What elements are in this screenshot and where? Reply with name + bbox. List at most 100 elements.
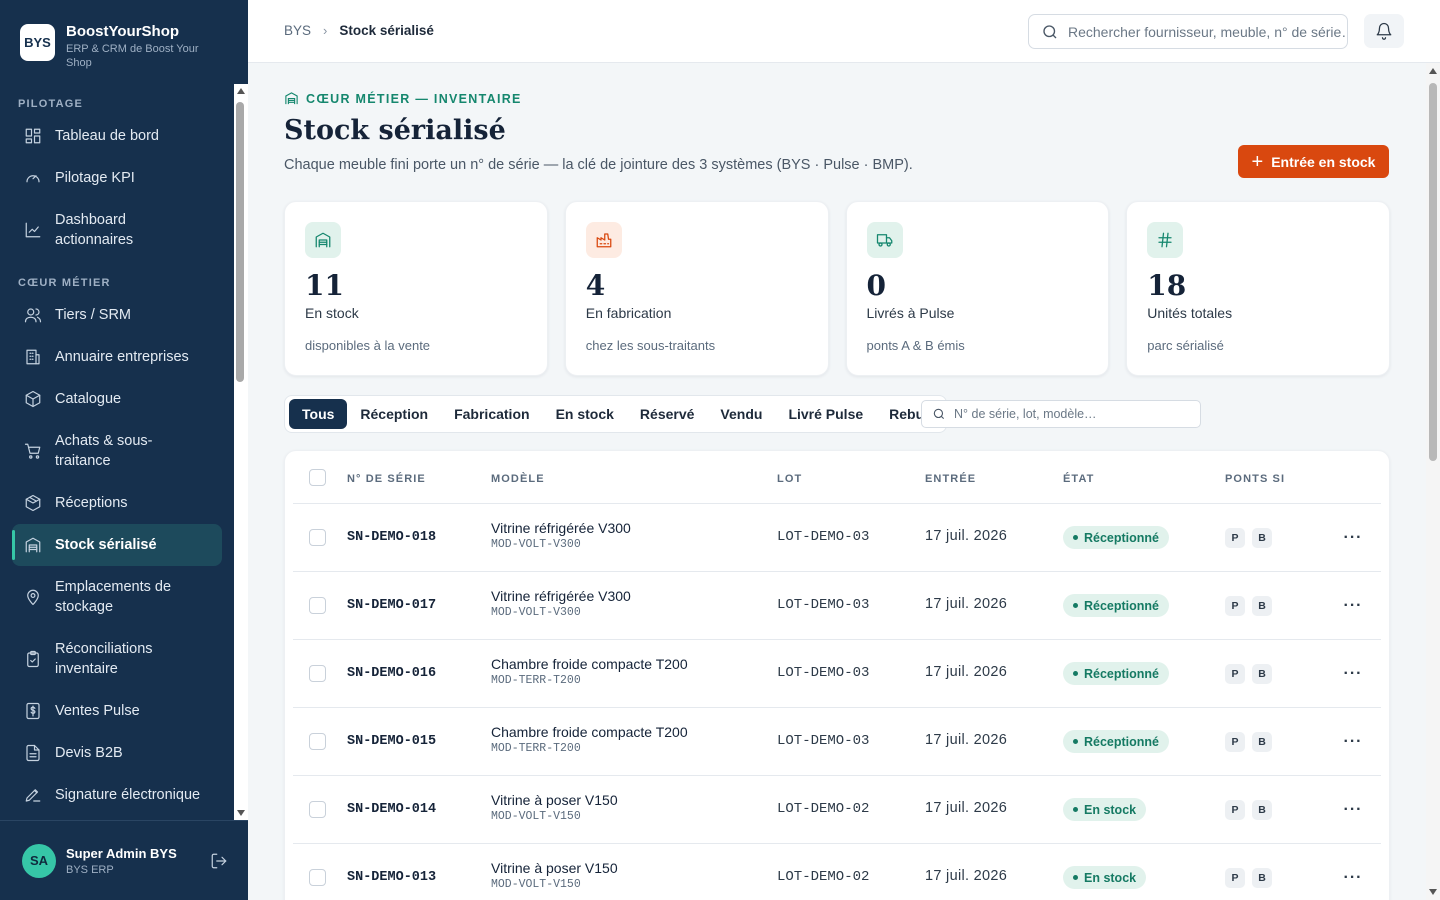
kpi-value: 4 [585,269,606,302]
sidebar-item-ventes-pulse[interactable]: Ventes Pulse [12,690,222,732]
bridge-p-badge: P [1225,664,1245,684]
sidebar-scrollbar[interactable] [234,84,248,820]
sidebar-item-pilotage-kpi[interactable]: Pilotage KPI [12,157,222,199]
status-dot-icon [1073,739,1078,744]
table-row[interactable]: SN-DEMO-016 Chambre froide compacte T200… [293,640,1381,708]
column-header-lot[interactable]: LOT [777,473,802,485]
logout-icon[interactable] [210,852,228,870]
row-checkbox[interactable] [309,801,326,818]
filter-tab-en-stock[interactable]: En stock [543,399,627,429]
sidebar-item-annuaire-entreprises[interactable]: Annuaire entreprises [12,336,222,378]
sidebar-item-receptions[interactable]: Réceptions [12,482,222,524]
table-search[interactable] [921,400,1201,428]
filter-tab-vendu[interactable]: Vendu [707,399,775,429]
filter-tab-reception[interactable]: Réception [347,399,441,429]
page-eyebrow: CŒUR MÉTIER — INVENTAIRE [284,91,522,106]
filter-tab-reserve[interactable]: Réservé [627,399,708,429]
column-header-model[interactable]: MODÈLE [491,473,545,485]
row-checkbox[interactable] [309,665,326,682]
serial-number[interactable]: SN-DEMO-014 [347,802,436,817]
table-header: N° DE SÉRIE MODÈLE LOT ENTRÉE ÉTAT PONTS… [293,451,1381,504]
table-row[interactable]: SN-DEMO-015 Chambre froide compacte T200… [293,708,1381,776]
sidebar-item-reconciliations-inventaire[interactable]: Réconciliations inventaire [12,628,222,690]
brand[interactable]: BYS BoostYourShop ERP & CRM de Boost You… [0,0,248,84]
row-checkbox[interactable] [309,597,326,614]
sidebar-item-signature-electronique[interactable]: Signature électronique [12,774,222,816]
sidebar-item-dashboard-actionnaires[interactable]: Dashboard actionnaires [12,199,222,261]
status-dot-icon [1073,603,1078,608]
more-actions-icon[interactable]: ··· [1343,596,1363,616]
model-name: Chambre froide compacte T200 [491,724,688,740]
breadcrumb-root[interactable]: BYS [284,23,311,38]
serial-number[interactable]: SN-DEMO-018 [347,530,436,545]
table-row[interactable]: SN-DEMO-018 Vitrine réfrigérée V300 MOD-V… [293,504,1381,572]
scroll-down-arrow-icon[interactable] [1429,889,1437,895]
column-header-entry[interactable]: ENTRÉE [925,473,976,485]
search-icon [1043,24,1057,38]
serial-number[interactable]: SN-DEMO-017 [347,598,436,613]
kpi-subtext: ponts A & B émis [866,338,965,353]
users-icon [24,306,42,324]
filter-tab-livre-pulse[interactable]: Livré Pulse [775,399,876,429]
row-checkbox[interactable] [309,733,326,750]
status-label: Réceptionné [1084,666,1160,681]
serial-number[interactable]: SN-DEMO-013 [347,870,436,885]
status-dot-icon [1073,807,1078,812]
sidebar-scroll-thumb[interactable] [236,102,244,382]
sidebar-item-emplacements-stockage[interactable]: Emplacements de stockage [12,566,222,628]
status-label: Réceptionné [1084,530,1160,545]
scroll-up-arrow-icon[interactable] [1429,68,1437,74]
serial-number[interactable]: SN-DEMO-016 [347,666,436,681]
user-name: Super Admin BYS [66,845,177,861]
warehouse-icon [285,92,298,105]
main-scroll-thumb[interactable] [1429,83,1437,461]
more-actions-icon[interactable]: ··· [1343,732,1363,752]
table-row[interactable]: SN-DEMO-013 Vitrine à poser V150 MOD-VOLT… [293,844,1381,900]
bridge-b-badge: B [1252,596,1272,616]
more-actions-icon[interactable]: ··· [1343,800,1363,820]
sidebar-item-catalogue[interactable]: Catalogue [12,378,222,420]
bridge-b-badge: B [1252,732,1272,752]
notifications-button[interactable] [1364,14,1404,48]
table-row[interactable]: SN-DEMO-017 Vitrine réfrigérée V300 MOD-V… [293,572,1381,640]
entry-date: 17 juil. 2026 [925,664,1008,680]
dollar-file-icon [24,702,42,720]
sidebar-item-devis-b2b[interactable]: Devis B2B [12,732,222,774]
chevron-right-icon: › [323,23,328,38]
kpi-label: En fabrication [585,305,672,321]
model-ref: MOD-VOLT-V300 [491,538,581,551]
more-actions-icon[interactable]: ··· [1343,664,1363,684]
scroll-up-arrow-icon[interactable] [237,88,245,94]
scroll-down-arrow-icon[interactable] [237,810,245,816]
box-icon [24,390,42,408]
sidebar-item-tableau-de-bord[interactable]: Tableau de bord [12,115,222,157]
more-actions-icon[interactable]: ··· [1343,868,1363,888]
filter-tab-tous[interactable]: Tous [289,399,348,429]
column-header-serial[interactable]: N° DE SÉRIE [347,473,426,485]
entry-date: 17 juil. 2026 [925,800,1008,816]
sidebar-item-label: Dashboard actionnaires [55,212,134,248]
main-scrollbar[interactable] [1426,63,1440,900]
global-search-input[interactable] [1068,23,1347,40]
sidebar-item-tiers-srm[interactable]: Tiers / SRM [12,294,222,336]
warehouse-icon [315,232,331,248]
global-search[interactable] [1028,14,1348,49]
filter-tab-fabrication[interactable]: Fabrication [441,399,542,429]
sidebar-item-achats-sous-traitance[interactable]: Achats & sous-traitance [12,420,222,482]
select-all-checkbox[interactable] [309,469,326,486]
serial-number[interactable]: SN-DEMO-015 [347,734,436,749]
avatar[interactable]: SA [22,843,56,878]
stock-entry-button[interactable]: + Entrée en stock [1238,145,1389,178]
sidebar-item-stock-serialise[interactable]: Stock sérialisé [12,524,222,566]
kpi-cards: 11 En stock disponibles à la vente 4 En … [284,201,1390,376]
kpi-subtext: chez les sous-traitants [585,338,716,353]
column-header-state[interactable]: ÉTAT [1063,473,1095,485]
table-row[interactable]: SN-DEMO-014 Vitrine à poser V150 MOD-VOLT… [293,776,1381,844]
lot-code: LOT-DEMO-02 [777,869,870,885]
package-check-icon [24,494,42,512]
page-title: Stock sérialisé [284,115,506,146]
table-search-input[interactable] [954,407,1194,421]
row-checkbox[interactable] [309,529,326,546]
more-actions-icon[interactable]: ··· [1343,528,1363,548]
row-checkbox[interactable] [309,869,326,886]
